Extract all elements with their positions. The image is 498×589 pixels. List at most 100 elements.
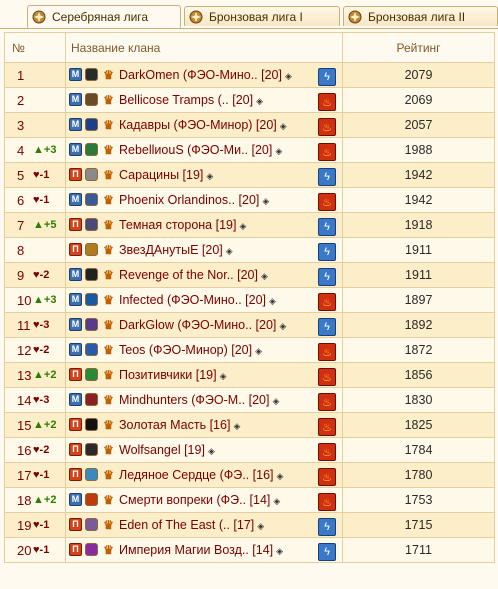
clan-emblem-icon[interactable] [85,518,98,531]
info-icon[interactable]: ◈ [256,96,263,106]
lightning-icon: ϟ [318,543,336,561]
clan-emblem-icon[interactable] [85,193,98,206]
arrow-up-icon: ▲ [33,419,44,431]
clan-emblem-icon[interactable] [85,143,98,156]
info-icon[interactable]: ◈ [262,196,269,206]
clan-name-link[interactable]: Eden of The East (.. [17] ◈ [119,518,264,532]
clan-emblem-icon[interactable] [85,443,98,456]
clan-emblem-icon[interactable] [85,268,98,281]
info-icon[interactable]: ◈ [275,146,282,156]
clan-name-cell: П ♛ Ледяное Сердце (ФЭ.. [16] ◈ ♨ [65,462,343,488]
table-row: 11 ♥ -3 M ♛ DarkGlow (ФЭО-Мино.. [20] ◈ ϟ… [4,312,495,338]
arrow-up-icon: ▲ [33,369,44,381]
clan-name-link[interactable]: DarkGlow (ФЭО-Мино.. [20] ◈ [119,318,286,332]
info-icon[interactable]: ◈ [226,246,233,256]
clan-name-link[interactable]: Темная сторона [19] ◈ [119,218,246,232]
clan-name-link[interactable]: DarkOmen (ФЭО-Мино.. [20] ◈ [119,68,292,82]
clan-emblem-icon[interactable] [85,293,98,306]
info-icon[interactable]: ◈ [269,296,276,306]
rating-cell: 1825 [342,412,495,438]
tab-silver-league[interactable]: Серебряная лига [27,5,181,28]
info-icon[interactable]: ◈ [273,496,280,506]
clan-emblem-icon[interactable] [85,68,98,81]
clan-emblem-icon[interactable] [85,343,98,356]
flame-icon: ♨ [318,493,336,511]
info-icon[interactable]: ◈ [279,321,286,331]
clan-name-text: Eden of The East (.. [17] [119,518,255,532]
clan-emblem-icon[interactable] [85,368,98,381]
clan-emblem-icon[interactable] [85,168,98,181]
crown-icon: ♛ [103,367,114,382]
rank-number: 15 [17,418,32,433]
table-header-row: № Название клана Рейтинг [4,32,495,63]
clan-name-link[interactable]: Империя Магии Возд.. [14] ◈ [119,543,283,557]
clan-name-link[interactable]: Сарацины [19] ◈ [119,168,213,182]
rating-cell: 1892 [342,312,495,338]
rank-change-value: -2 [39,444,50,456]
info-icon[interactable]: ◈ [206,171,213,181]
lightning-icon: ϟ [318,268,336,286]
clan-name-link[interactable]: Смерти вопреки (ФЭ.. [14] ◈ [119,493,280,507]
clan-emblem-icon[interactable] [85,393,98,406]
rank-cell: 2 [4,87,66,113]
clan-name-link[interactable]: Teos (ФЭО-Минор) [20] ◈ [119,343,262,357]
rating-cell: 2069 [342,87,495,113]
clan-name-link[interactable]: Золотая Масть [16] ◈ [119,418,240,432]
info-icon[interactable]: ◈ [208,446,215,456]
clan-name-link[interactable]: Позитивчики [19] ◈ [119,368,227,382]
rank-number: 4 [17,143,25,158]
clan-emblem-icon[interactable] [85,418,98,431]
clan-name-link[interactable]: Revenge of the Nor.. [20] ◈ [119,268,268,282]
rating-cell: 1872 [342,337,495,363]
clan-emblem-icon[interactable] [85,243,98,256]
clan-name-cell: П ♛ Сарацины [19] ◈ ϟ [65,162,343,188]
clan-name-link[interactable]: Bellicose Tramps (.. [20] ◈ [119,93,263,107]
flame-icon: ♨ [318,368,336,386]
info-icon[interactable]: ◈ [280,121,287,131]
clan-name-link[interactable]: Ледяное Сердце (ФЭ.. [16] ◈ [119,468,283,482]
clan-name-link[interactable]: Mindhunters (ФЭО-М.. [20] ◈ [119,393,279,407]
rank-change-value: +2 [43,369,57,381]
clan-emblem-icon[interactable] [85,118,98,131]
tab-bronze-league-1[interactable]: Бронзовая лига I [184,6,340,26]
clan-emblem-icon[interactable] [85,318,98,331]
rating-cell: 1711 [342,537,495,563]
clan-name-link[interactable]: Wolfsangel [19] ◈ [119,443,215,457]
table-row: 2 M ♛ Bellicose Tramps (.. [20] ◈ ♨ 2069 [4,87,495,113]
crown-icon: ♛ [103,117,114,132]
info-icon[interactable]: ◈ [272,396,279,406]
crown-icon: ♛ [103,242,114,257]
info-icon[interactable]: ◈ [239,221,246,231]
rank-cell: 3 [4,112,66,138]
tab-bronze-league-2[interactable]: Бронзовая лига II [343,6,498,26]
rank-change: ▲ +2 [33,419,56,431]
clan-name-link[interactable]: RebellиouS (ФЭО-Ми.. [20] ◈ [119,143,282,157]
info-icon[interactable]: ◈ [277,471,284,481]
clan-name-link[interactable]: Phoenix Orlandinos.. [20] ◈ [119,193,269,207]
clan-name-link[interactable]: ЗвезДАнутыЕ [20] ◈ [119,243,233,257]
arrow-up-icon: ▲ [33,294,44,306]
crown-icon: ♛ [103,542,114,557]
rank-change: ♥ -1 [33,194,49,206]
info-icon[interactable]: ◈ [261,271,268,281]
clan-emblem-icon[interactable] [85,543,98,556]
clan-name-link[interactable]: Infected (ФЭО-Мино.. [20] ◈ [119,293,276,307]
rank-change-value: +3 [43,144,57,156]
info-icon[interactable]: ◈ [276,546,283,556]
rank-change: ♥ -1 [33,519,49,531]
clan-name-link[interactable]: Кадавры (ФЭО-Минор) [20] ◈ [119,118,287,132]
crown-icon: ♛ [103,317,114,332]
rating-cell: 2057 [342,112,495,138]
clan-emblem-icon[interactable] [85,493,98,506]
info-icon[interactable]: ◈ [255,346,262,356]
clan-emblem-icon[interactable] [85,468,98,481]
clan-emblem-icon[interactable] [85,93,98,106]
clan-emblem-icon[interactable] [85,218,98,231]
info-icon[interactable]: ◈ [257,521,264,531]
info-icon[interactable]: ◈ [285,71,292,81]
info-icon[interactable]: ◈ [233,421,240,431]
rank-number: 7 [17,218,25,233]
info-icon[interactable]: ◈ [220,371,227,381]
crown-icon: ♛ [103,517,114,532]
column-header-clan-name: Название клана [65,32,343,63]
